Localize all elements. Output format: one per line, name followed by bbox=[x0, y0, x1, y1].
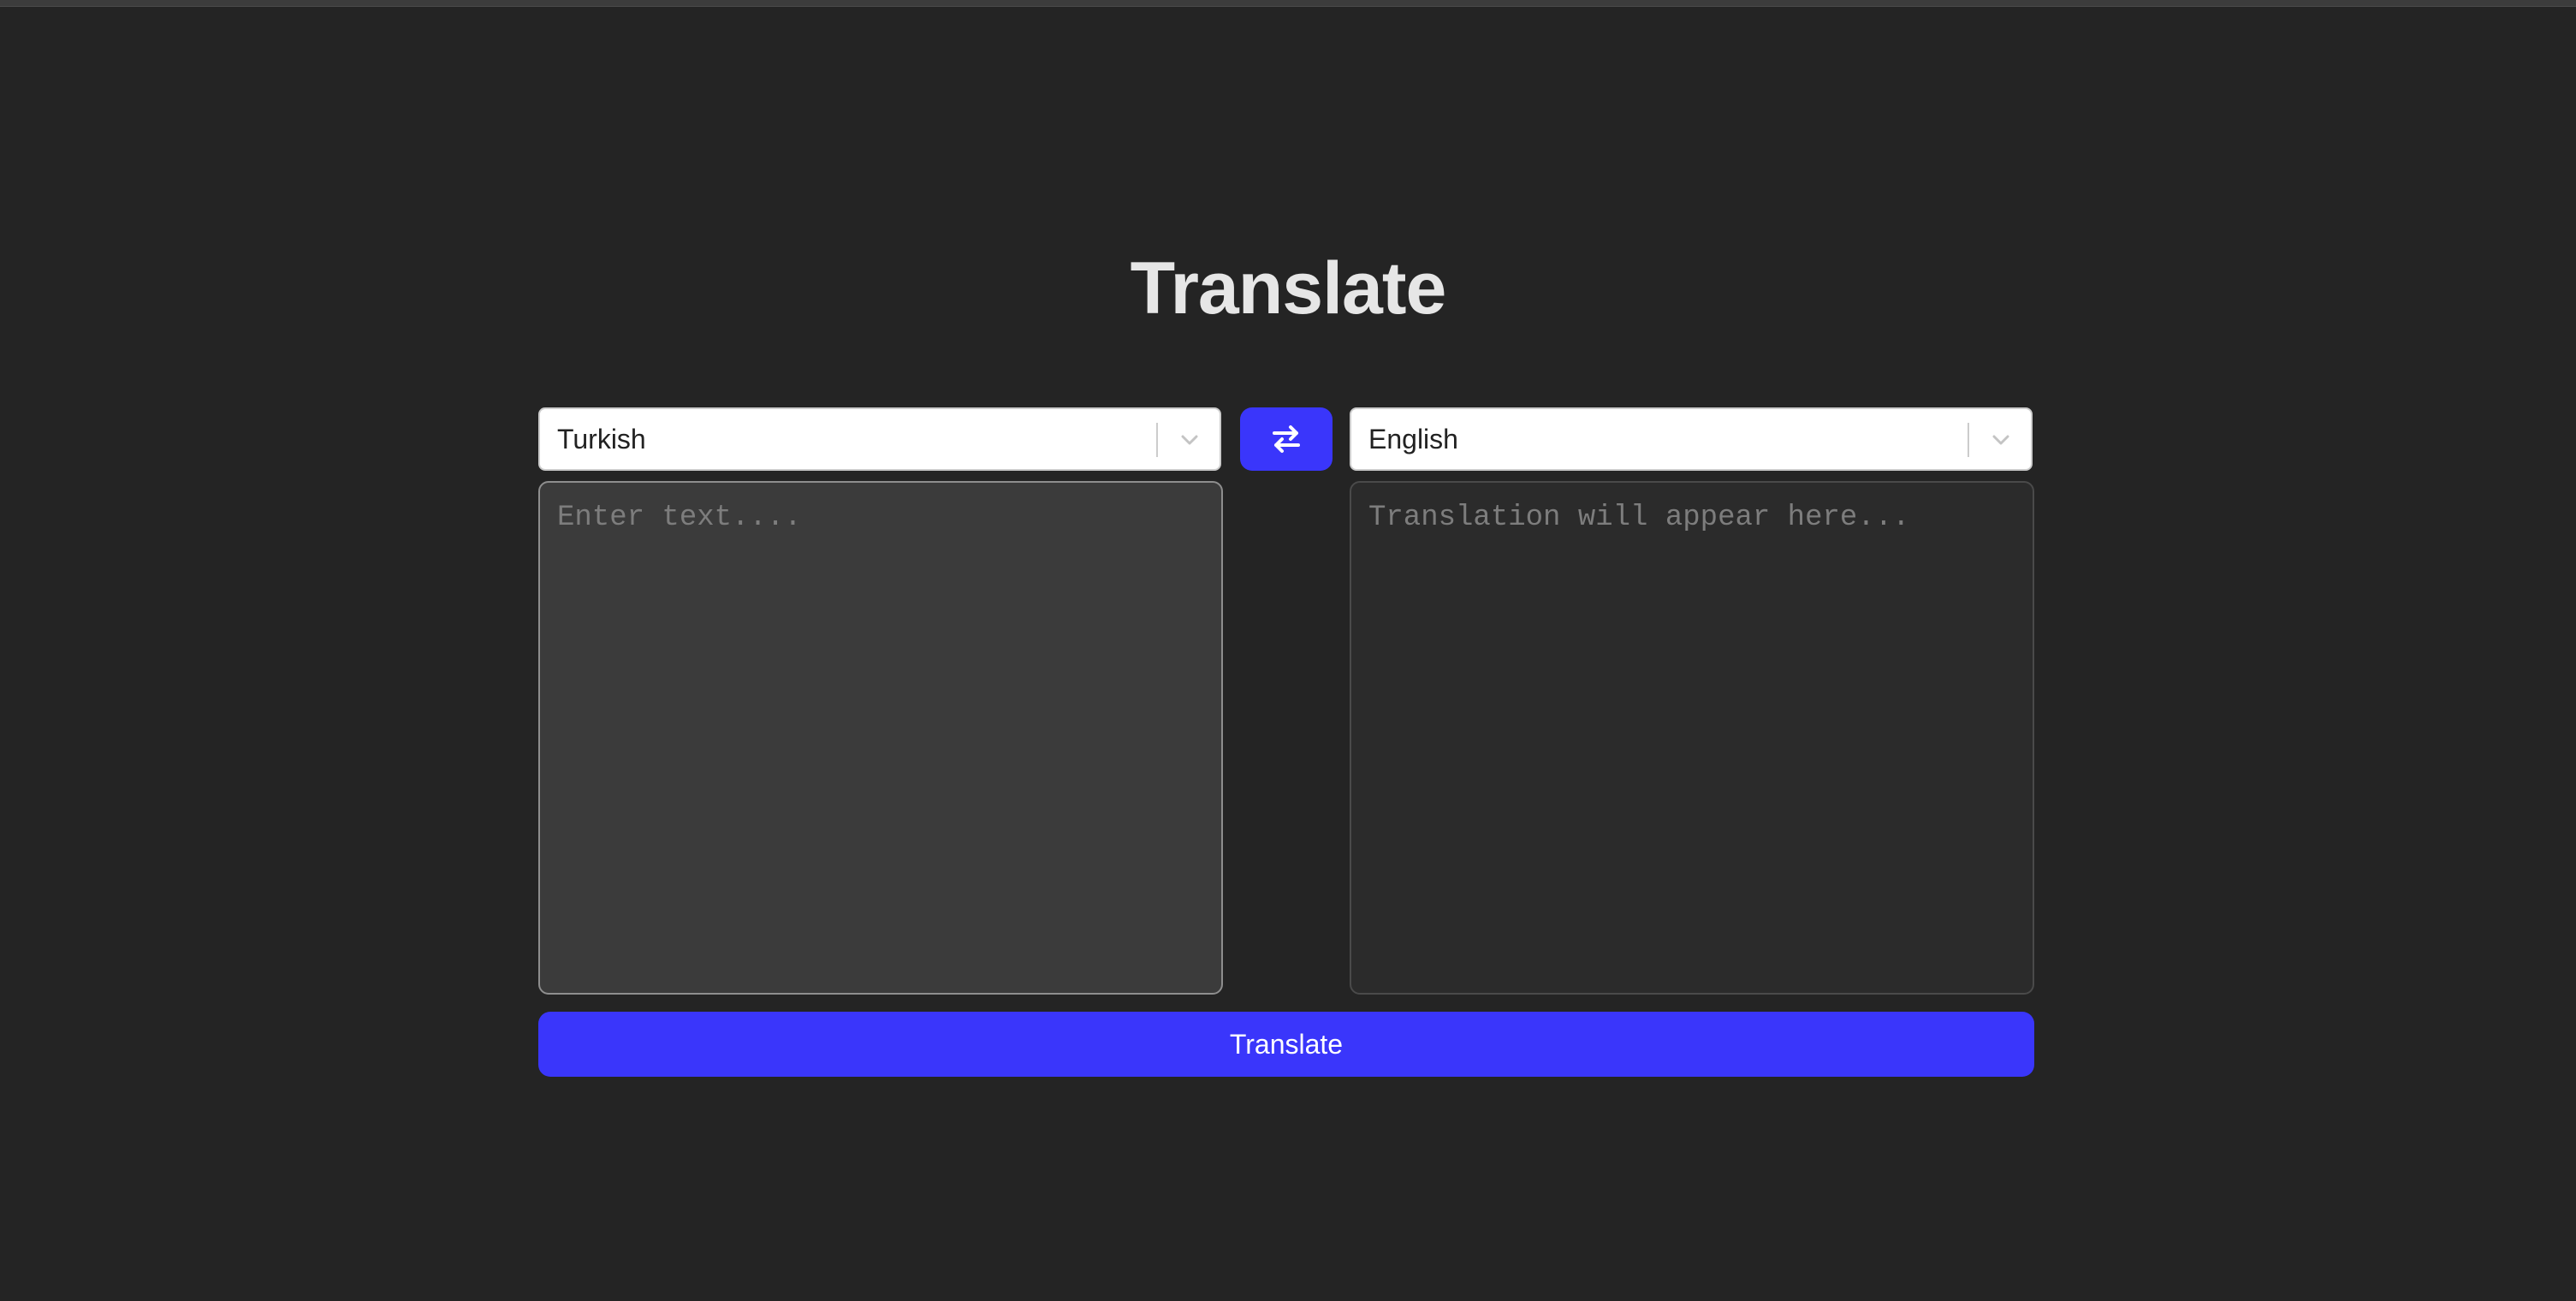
source-language-select[interactable]: Turkish bbox=[538, 407, 1221, 471]
source-text-input[interactable] bbox=[538, 481, 1223, 995]
source-language-value: Turkish bbox=[557, 424, 646, 454]
translation-output[interactable] bbox=[1350, 481, 2034, 995]
swap-languages-button[interactable] bbox=[1240, 407, 1333, 471]
window-top-edge bbox=[0, 0, 2576, 7]
swap-arrows-icon bbox=[1273, 425, 1300, 453]
target-language-value: English bbox=[1368, 424, 1458, 454]
chevron-down-icon[interactable] bbox=[1988, 427, 2014, 453]
chevron-down-icon[interactable] bbox=[1177, 427, 1202, 453]
select-separator bbox=[1156, 423, 1158, 457]
page-title: Translate bbox=[1130, 247, 1447, 330]
select-separator bbox=[1968, 423, 1969, 457]
translate-button[interactable]: Translate bbox=[538, 1012, 2034, 1077]
target-language-select[interactable]: English bbox=[1350, 407, 2033, 471]
